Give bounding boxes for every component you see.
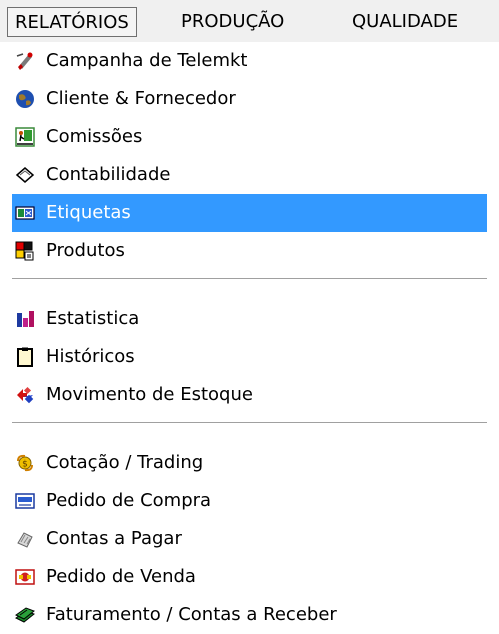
svg-text:$: $: [22, 460, 28, 470]
menu-item-label: Cliente & Fornecedor: [46, 88, 236, 109]
menu-item-pedido-compra[interactable]: Pedido de Compra: [0, 482, 487, 520]
menu-item-pedido-venda[interactable]: Pedido de Venda: [0, 558, 487, 596]
menu-item-label: Contabilidade: [46, 164, 171, 185]
menu-separator: [12, 278, 487, 280]
menu-item-label: Estatistica: [46, 308, 140, 329]
sales-order-icon: [15, 569, 35, 585]
bar-chart-icon: [17, 311, 34, 327]
menu-qualidade[interactable]: QUALIDADE: [345, 7, 465, 37]
ledger-icon: [15, 167, 35, 183]
menu-producao[interactable]: PRODUÇÃO: [174, 7, 291, 37]
menu-separator: [12, 422, 487, 424]
menu-item-label: Produtos: [46, 240, 125, 261]
menu-item-label: Etiquetas: [46, 202, 131, 223]
menu-item-label: Pedido de Venda: [46, 566, 196, 587]
label-tag-icon: [15, 206, 35, 220]
menu-item-contabilidade[interactable]: Contabilidade: [0, 156, 487, 194]
menu-bar: RELATÓRIOS PRODUÇÃO QUALIDADE: [0, 0, 499, 42]
products-icon: [15, 241, 34, 261]
menu-item-cliente-fornecedor[interactable]: Cliente & Fornecedor: [0, 80, 487, 118]
menu-item-estatistica[interactable]: Estatistica: [0, 300, 487, 338]
menu-item-campanha-telemkt[interactable]: Campanha de Telemkt: [0, 42, 487, 80]
phone-icon: [16, 52, 33, 70]
menu-item-produtos[interactable]: Produtos: [0, 232, 487, 270]
menu-item-label: Pedido de Compra: [46, 490, 212, 511]
menu-item-label: Movimento de Estoque: [46, 384, 253, 405]
menu-item-cotacao-trading[interactable]: $ Cotação / Trading: [0, 444, 487, 482]
menu-item-label: Faturamento / Contas a Receber: [46, 604, 337, 625]
menu-item-label: Históricos: [46, 346, 135, 367]
clipboard-icon: [17, 347, 33, 367]
menu-item-label: Cotação / Trading: [46, 452, 204, 473]
commission-icon: [15, 127, 35, 147]
menu-item-faturamento-contas-receber[interactable]: Faturamento / Contas a Receber: [0, 596, 487, 634]
relatorios-dropdown-menu: Campanha de Telemkt Cliente & Fornecedor…: [0, 42, 499, 625]
trading-icon: $: [17, 454, 33, 472]
globe-icon: [16, 90, 34, 108]
menu-item-label: Contas a Pagar: [46, 528, 182, 549]
menu-item-comissoes[interactable]: Comissões: [0, 118, 487, 156]
accounts-payable-icon: [17, 532, 33, 548]
menu-relatorios[interactable]: RELATÓRIOS: [7, 7, 137, 37]
menu-item-label: Comissões: [46, 126, 143, 147]
menu-item-movimento-estoque[interactable]: Movimento de Estoque: [0, 376, 487, 414]
menu-item-contas-pagar[interactable]: Contas a Pagar: [0, 520, 487, 558]
menu-item-etiquetas[interactable]: Etiquetas: [12, 194, 487, 232]
stock-movement-icon: [17, 386, 34, 404]
purchase-order-icon: [15, 493, 35, 509]
invoice-receivable-icon: [15, 607, 35, 623]
menu-item-historicos[interactable]: Históricos: [0, 338, 487, 376]
menu-item-label: Campanha de Telemkt: [46, 50, 248, 71]
